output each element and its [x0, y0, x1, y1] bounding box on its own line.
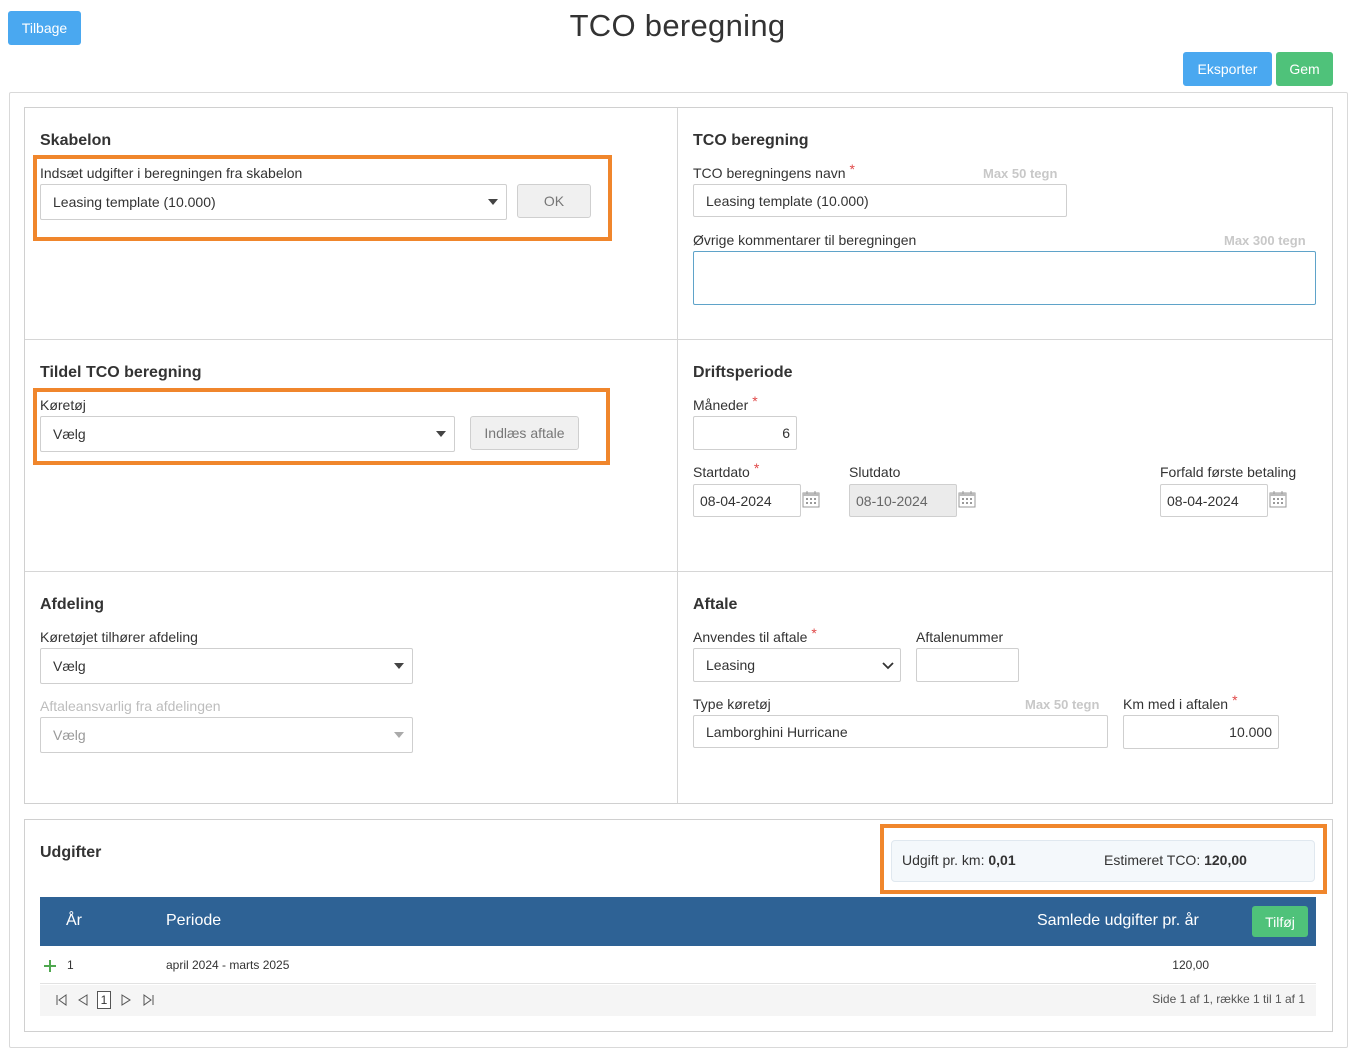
due-date-value: 08-04-2024 — [1167, 492, 1239, 509]
row-total: 120,00 — [1172, 958, 1209, 972]
column-divider — [677, 108, 678, 803]
row-year: 1 — [67, 958, 74, 972]
tco-name-hint: Max 50 tegn — [983, 166, 1058, 181]
comments-label: Øvrige kommentarer til beregningen — [693, 232, 917, 248]
agreement-number-label: Aftalenummer — [916, 629, 1004, 645]
start-date-value: 08-04-2024 — [700, 492, 772, 509]
department-select[interactable]: Vælg — [40, 648, 413, 684]
end-date-label: Slutdato — [849, 464, 901, 480]
used-for-value: Leasing — [706, 657, 756, 673]
prev-page-icon[interactable] — [77, 994, 89, 1006]
tco-name-value: Leasing template (10.000) — [706, 192, 869, 209]
due-date-label: Forfald første betaling — [1160, 464, 1297, 480]
end-date-input: 08-10-2024 — [849, 484, 957, 517]
row-divider — [25, 339, 1332, 340]
calendar-icon[interactable] — [802, 490, 820, 508]
calendar-icon — [958, 491, 976, 508]
chevron-down-icon — [394, 732, 404, 738]
vehicle-type-label: Type køretøj — [693, 696, 771, 712]
template-section-title: Skabelon — [40, 132, 112, 149]
start-date-label: Startdato * — [693, 460, 760, 480]
pager-summary: Side 1 af 1, række 1 til 1 af 1 — [1152, 992, 1305, 1006]
expenses-title: Udgifter — [40, 844, 102, 861]
vehicle-type-value: Lamborghini Hurricane — [706, 723, 848, 740]
chevron-down-icon — [882, 662, 894, 670]
assign-section-title: Tildel TCO beregning — [40, 364, 202, 381]
km-label: Km med i aftalen * — [1123, 692, 1238, 712]
months-label: Måneder * — [693, 393, 758, 413]
highlight-vehicle — [33, 388, 610, 465]
months-input[interactable]: 6 — [693, 416, 797, 450]
start-date-input[interactable]: 08-04-2024 — [693, 484, 801, 517]
used-for-select[interactable]: Leasing — [693, 648, 901, 682]
chevron-down-icon — [394, 663, 404, 669]
row-divider — [25, 571, 1332, 572]
period-section-title: Driftsperiode — [693, 364, 793, 381]
months-value: 6 — [782, 425, 790, 441]
expand-plus-icon[interactable] — [43, 959, 57, 973]
vehicle-type-hint: Max 50 tegn — [1025, 697, 1100, 712]
pager: 1 Side 1 af 1, række 1 til 1 af 1 — [40, 985, 1316, 1016]
required-asterisk: * — [849, 161, 855, 177]
column-period[interactable]: Periode — [166, 912, 221, 930]
required-asterisk: * — [752, 393, 758, 409]
highlight-template — [33, 155, 612, 241]
department-section-title: Afdeling — [40, 596, 104, 613]
required-asterisk: * — [1232, 692, 1238, 708]
responsible-label: Aftaleansvarlig fra afdelingen — [40, 698, 221, 714]
first-page-icon[interactable] — [55, 994, 67, 1006]
required-asterisk: * — [811, 625, 817, 641]
next-page-icon[interactable] — [120, 994, 132, 1006]
add-expense-button[interactable]: Tilføj — [1252, 906, 1308, 937]
export-button[interactable]: Eksporter — [1183, 52, 1272, 86]
end-date-value: 08-10-2024 — [856, 492, 928, 509]
last-page-icon[interactable] — [143, 994, 155, 1006]
tco-name-label: TCO beregningens navn * — [693, 161, 855, 181]
row-period: april 2024 - marts 2025 — [166, 958, 290, 972]
calendar-icon[interactable] — [1269, 490, 1287, 508]
column-year[interactable]: År — [66, 912, 82, 930]
responsible-select: Vælg — [40, 717, 413, 753]
required-asterisk: * — [753, 460, 760, 476]
department-select-value: Vælg — [53, 658, 86, 674]
comments-hint: Max 300 tegn — [1224, 233, 1306, 248]
expenses-table-header: År Periode Samlede udgifter pr. år — [40, 897, 1316, 946]
km-value: 10.000 — [1229, 724, 1272, 740]
comments-textarea[interactable] — [693, 251, 1316, 305]
highlight-summary — [880, 824, 1327, 894]
due-date-input[interactable]: 08-04-2024 — [1160, 484, 1268, 517]
vehicle-type-input[interactable]: Lamborghini Hurricane — [693, 715, 1108, 748]
km-input[interactable]: 10.000 — [1123, 715, 1279, 749]
department-label: Køretøjet tilhører afdeling — [40, 629, 198, 645]
agreement-number-input[interactable] — [916, 648, 1019, 682]
save-button[interactable]: Gem — [1276, 52, 1333, 86]
table-row[interactable]: 1 april 2024 - marts 2025 120,00 — [40, 947, 1316, 984]
column-total[interactable]: Samlede udgifter pr. år — [1037, 912, 1199, 930]
tco-name-input[interactable]: Leasing template (10.000) — [693, 184, 1067, 217]
current-page[interactable]: 1 — [97, 991, 111, 1009]
page-title: TCO beregning — [569, 8, 786, 43]
used-for-label: Anvendes til aftale * — [693, 625, 817, 645]
tco-section-title: TCO beregning — [693, 132, 809, 149]
agreement-section-title: Aftale — [693, 596, 738, 613]
responsible-select-value: Vælg — [53, 727, 86, 743]
